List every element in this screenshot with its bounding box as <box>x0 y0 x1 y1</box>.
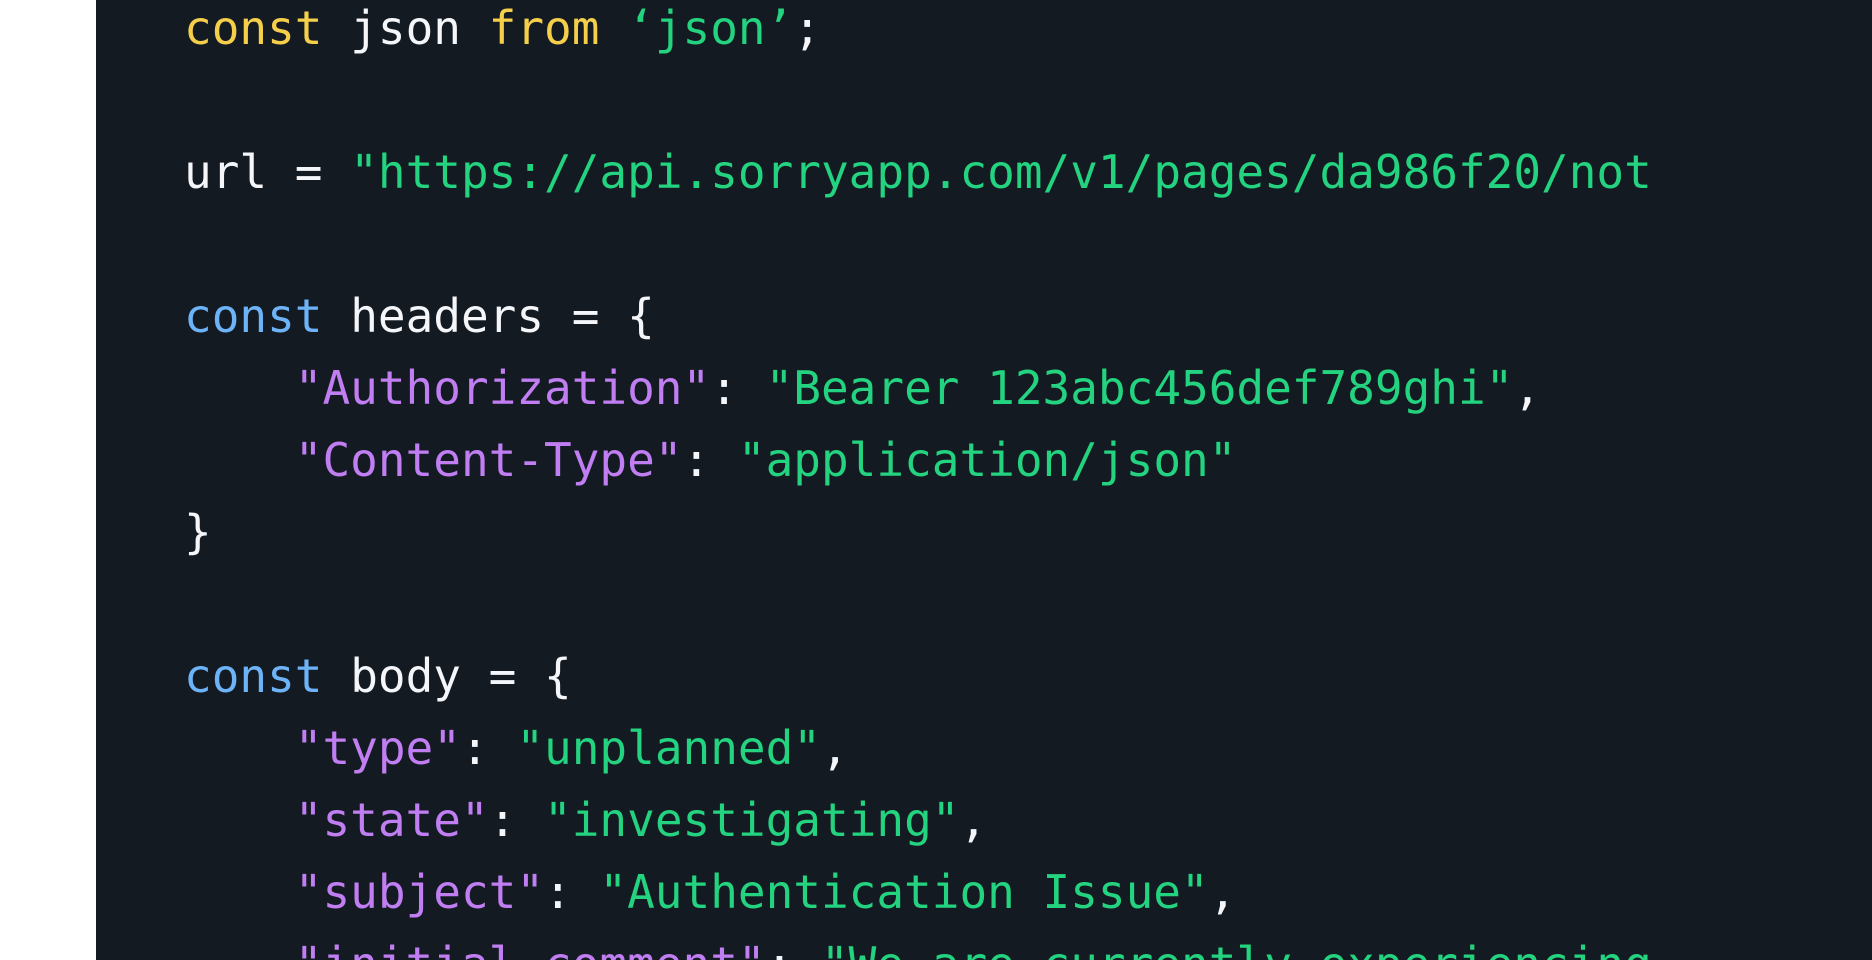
code-token-plain: : <box>682 433 738 487</box>
code-token-keyword-blue: const <box>184 649 323 703</box>
code-token-string: "application/json" <box>737 433 1237 487</box>
code-token-plain: url <box>184 145 268 199</box>
code-line: "subject": "Authentication Issue", <box>96 864 1872 921</box>
code-token-key-purple: "type" <box>294 721 461 775</box>
code-token-string: ‘json’ <box>627 1 794 55</box>
code-line: "type": "unplanned", <box>96 720 1872 777</box>
code-token-keyword-blue: const <box>184 289 323 343</box>
code-line: "Content-Type": "application/json" <box>96 432 1872 489</box>
code-token-plain: , <box>959 793 988 847</box>
code-token-plain: : <box>460 721 517 775</box>
code-token-plain: : <box>710 361 766 415</box>
code-line: "Authorization": "Bearer 123abc456def789… <box>96 360 1872 417</box>
code-line: "initial_comment": "We are currently exp… <box>96 936 1872 960</box>
code-token-plain: ; <box>793 1 822 55</box>
code-line: } <box>96 504 1872 561</box>
code-token-string: "Bearer 123abc456def789ghi" <box>765 361 1514 415</box>
code-token-plain: : <box>766 937 821 960</box>
code-snippet-card: const json from ‘json’; url = "https://a… <box>96 0 1872 960</box>
code-token-plain: body <box>350 649 461 703</box>
code-token-keyword-yellow: const <box>184 1 323 55</box>
code-line: const headers = { <box>96 288 1872 345</box>
code-line: "state": "investigating", <box>96 792 1872 849</box>
code-line: const body = { <box>96 648 1872 705</box>
code-token-plain: = <box>267 145 351 199</box>
code-token-plain: } <box>184 505 212 559</box>
code-token-string: "unplanned" <box>516 721 821 775</box>
code-token-string: "Authentication Issue" <box>599 865 1209 919</box>
code-token-key-purple: "state" <box>294 793 489 847</box>
code-line: url = "https://api.sorryapp.com/v1/pages… <box>96 144 1872 201</box>
code-token-plain: : <box>544 865 600 919</box>
code-line: const json from ‘json’; <box>96 0 1872 57</box>
code-token-key-purple: "Content-Type" <box>294 433 683 487</box>
code-token-plain: = { <box>460 649 572 703</box>
code-token-plain: json <box>350 1 461 55</box>
code-token-string: "We are currently experiencing <box>821 937 1652 960</box>
code-token-plain: : <box>488 793 545 847</box>
code-block[interactable]: const json from ‘json’; url = "https://a… <box>96 0 1872 960</box>
code-token-plain: , <box>1513 361 1542 415</box>
code-token-plain: , <box>1208 865 1237 919</box>
code-token-plain: , <box>820 721 849 775</box>
code-token-string: "investigating" <box>544 793 960 847</box>
code-token-key-purple: "subject" <box>294 865 545 919</box>
code-token-plain: = { <box>544 289 655 343</box>
code-token-key-purple: "Authorization" <box>294 361 711 415</box>
code-token-plain: headers <box>350 289 545 343</box>
code-token-string: "https://api.sorryapp.com/v1/pages/da986… <box>350 145 1652 199</box>
page-root: const json from ‘json’; url = "https://a… <box>0 0 1872 960</box>
code-token-keyword-yellow: from <box>488 1 600 55</box>
code-token-key-purple: "initial_comment" <box>295 937 766 960</box>
